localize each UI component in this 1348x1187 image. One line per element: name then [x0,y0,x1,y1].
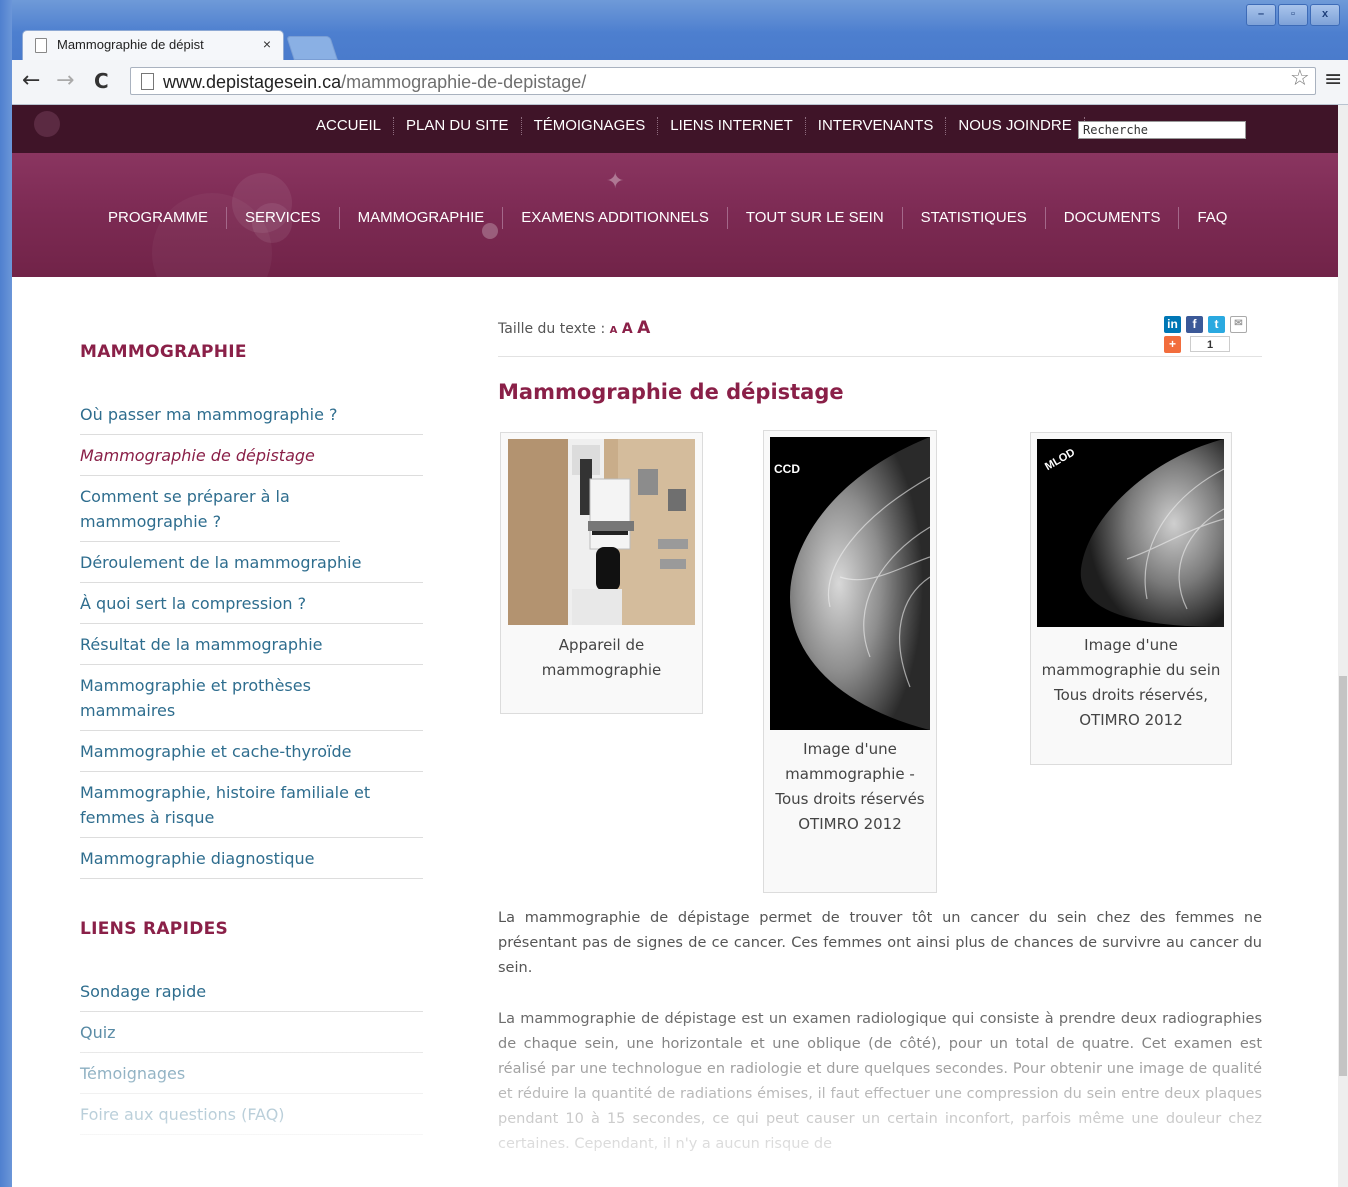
page-title: Mammographie de dépistage [498,380,844,404]
sidebar-item-protheses[interactable]: Mammographie et prothèses mammaires [80,665,423,731]
window-controls: – ▫ x [1244,4,1340,26]
sidebar-heading: MAMMOGRAPHIE [80,342,247,362]
mainnav-mammographie[interactable]: MAMMOGRAPHIE [338,207,503,229]
text-size-large[interactable]: A [637,318,650,338]
quick-link-faq[interactable]: Foire aux questions (FAQ) [80,1094,423,1135]
sidebar-item-histoire-familiale[interactable]: Mammographie, histoire familiale et femm… [80,772,423,838]
mainnav-documents[interactable]: DOCUMENTS [1044,207,1179,229]
quick-link-quiz[interactable]: Quiz [80,1012,423,1053]
sparkle-icon: ✦ [606,169,625,194]
image-label: CCD [774,462,800,476]
topnav-temoignages[interactable]: TÉMOIGNAGES [522,117,659,135]
sidebar-item-ou-passer[interactable]: Où passer ma mammographie ? [80,394,423,435]
linkedin-icon[interactable]: in [1164,316,1181,333]
address-bar[interactable]: www.depistagesein.ca/mammographie-de-dep… [130,67,1316,95]
topnav-plan-du-site[interactable]: PLAN DU SITE [394,117,522,135]
search-input[interactable]: Recherche [1078,121,1246,139]
site-utility-bar: ACCUEIL PLAN DU SITE TÉMOIGNAGES LIENS I… [12,105,1338,153]
quick-link-sondage[interactable]: Sondage rapide [80,971,423,1012]
mainnav-tout-sur-le-sein[interactable]: TOUT SUR LE SEIN [726,207,902,229]
menu-icon[interactable]: ≡ [1324,67,1342,92]
twitter-icon[interactable]: t [1208,316,1225,333]
utility-nav: ACCUEIL PLAN DU SITE TÉMOIGNAGES LIENS I… [304,117,1085,135]
facebook-icon[interactable]: f [1186,316,1203,333]
sidebar-item-compression[interactable]: À quoi sert la compression ? [80,583,423,624]
url-text: www.depistagesein.ca/mammographie-de-dep… [163,72,587,92]
sidebar-menu: Où passer ma mammographie ? Mammographie… [80,394,423,879]
mammogram-ccd-image[interactable]: CCD [770,437,930,730]
window-border [0,0,12,1187]
mainnav-statistiques[interactable]: STATISTIQUES [901,207,1045,229]
topnav-intervenants[interactable]: INTERVENANTS [806,117,947,135]
main-nav: PROGRAMME SERVICES MAMMOGRAPHIE EXAMENS … [90,207,1245,229]
sidebar-item-resultat[interactable]: Résultat de la mammographie [80,624,423,665]
topnav-liens-internet[interactable]: LIENS INTERNET [658,117,806,135]
figure-caption: Image d'une mammographie - Tous droits r… [775,740,925,833]
quick-link-temoignages[interactable]: Témoignages [80,1053,423,1094]
mammography-machine-image[interactable] [508,439,695,625]
paragraph-details: La mammographie de dépistage est un exam… [498,1011,1262,1152]
email-icon[interactable]: ✉ [1230,316,1247,333]
browser-toolbar: ← → C www.depistagesein.ca/mammographie-… [12,60,1348,105]
quick-links-heading: LIENS RAPIDES [80,919,229,939]
content-tools: Taille du texte : A A A in f t ✉ + 1 [498,316,1262,357]
site-banner: ✦ PROGRAMME SERVICES MAMMOGRAPHIE EXAMEN… [12,153,1338,277]
sidebar-item-deroulement[interactable]: Déroulement de la mammographie [80,542,423,583]
sidebar-item-cache-thyroide[interactable]: Mammographie et cache-thyroïde [80,731,423,772]
text-size-medium[interactable]: A [622,321,633,337]
maximize-button[interactable]: ▫ [1278,4,1308,26]
reload-icon[interactable]: C [94,69,109,93]
mainnav-examens-additionnels[interactable]: EXAMENS ADDITIONNELS [502,207,727,229]
sidebar-item-diagnostique[interactable]: Mammographie diagnostique [80,838,423,879]
quick-links-menu: Sondage rapide Quiz Témoignages Foire au… [80,971,423,1135]
mammogram-mlod-image[interactable]: MLOD [1037,439,1224,627]
figure-mammography-mlod: MLOD Image d'une mammographie du sein To… [1030,432,1232,765]
addthis-plus-icon[interactable]: + [1164,336,1181,353]
tab-title: Mammographie de dépist [57,37,204,52]
bookmark-star-icon[interactable]: ☆ [1290,66,1310,91]
tab-close-icon[interactable]: × [263,36,271,52]
figure-mammography-ccd: CCD Image d'une mammographie - Tous droi… [763,430,937,893]
page-icon [35,38,47,53]
share-counter: 1 [1190,336,1230,352]
text-size-control: Taille du texte : A A A [498,318,650,338]
mainnav-services[interactable]: SERVICES [226,207,339,229]
mainnav-programme[interactable]: PROGRAMME [90,207,226,229]
minimize-button[interactable]: – [1246,4,1276,26]
scrollbar-thumb[interactable] [1339,676,1347,1076]
paragraph-intro: La mammographie de dépistage permet de t… [498,910,1262,976]
browser-tab[interactable]: Mammographie de dépist × [22,30,284,60]
mainnav-faq[interactable]: FAQ [1178,207,1245,229]
text-size-label: Taille du texte : [498,321,606,337]
figure-caption: Image d'une mammographie du sein Tous dr… [1041,636,1221,729]
sidebar-item-mammographie-de-depistage[interactable]: Mammographie de dépistage [80,435,423,476]
forward-arrow-icon[interactable]: → [56,68,74,93]
topnav-accueil[interactable]: ACCUEIL [304,117,395,135]
text-size-small[interactable]: A [610,325,618,336]
figure-caption: Appareil de mammographie [541,636,662,679]
decorative-bubble [34,111,60,137]
figure-appareil: Appareil de mammographie [500,432,703,714]
close-window-button[interactable]: x [1310,4,1340,26]
new-tab-button[interactable] [286,36,338,60]
sidebar: MAMMOGRAPHIE Où passer ma mammographie ?… [80,330,423,1135]
share-widget: in f t ✉ + 1 [1164,316,1264,356]
page-icon [141,73,154,90]
topnav-nous-joindre[interactable]: NOUS JOINDRE [946,117,1085,135]
sidebar-item-comment-se-preparer[interactable]: Comment se préparer à la mammographie ? [80,476,340,542]
back-arrow-icon[interactable]: ← [22,68,40,93]
